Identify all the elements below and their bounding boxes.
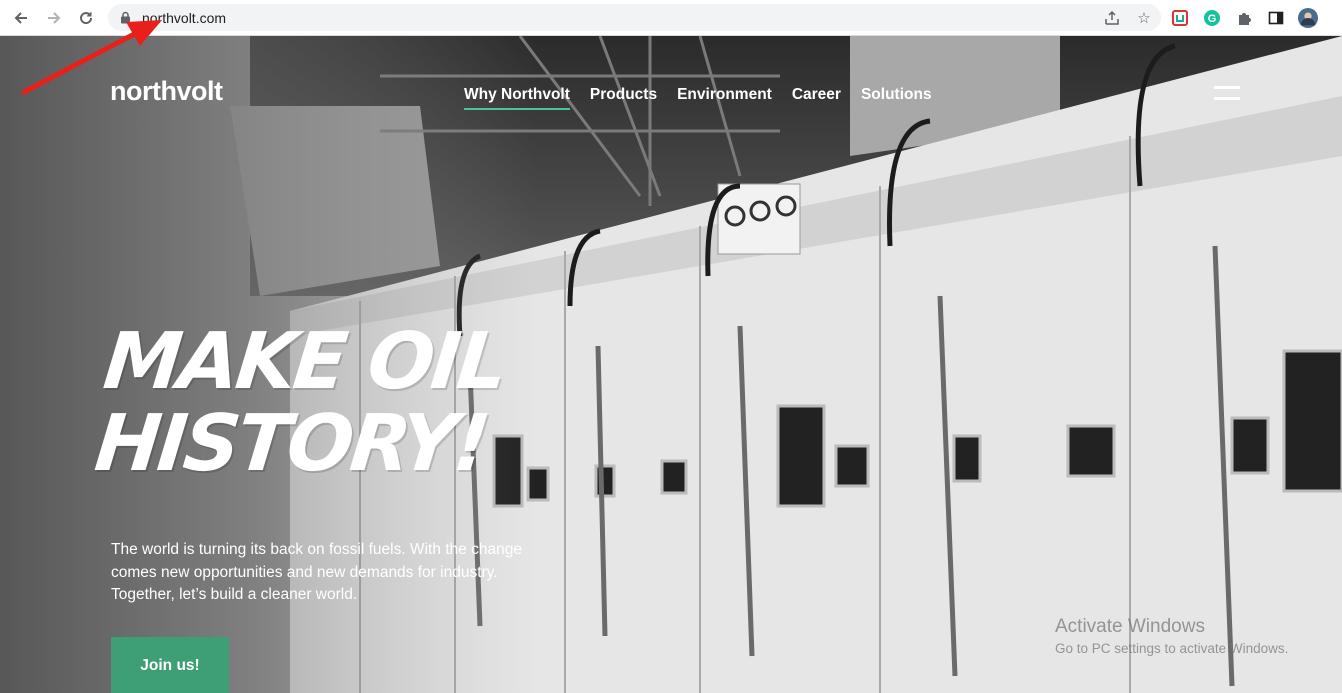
puzzle-extensions-icon[interactable] bbox=[1234, 8, 1254, 28]
red-annotation-arrow-icon bbox=[21, 20, 162, 95]
star-icon[interactable]: ☆ bbox=[1135, 9, 1153, 27]
profile-avatar[interactable] bbox=[1298, 7, 1318, 28]
headline-line-1: MAKE OIL bbox=[99, 317, 509, 407]
hero-section: northvolt Why Northvolt Products Environ… bbox=[0, 36, 1342, 693]
main-nav: Why Northvolt Products Environment Caree… bbox=[464, 86, 932, 110]
hero-headline: MAKE OIL HISTORY! bbox=[90, 317, 509, 489]
watermark-title: Activate Windows bbox=[1055, 616, 1205, 637]
address-bar[interactable]: northvolt.com ☆ bbox=[108, 4, 1161, 31]
hero-intro-text: The world is turning its back on fossil … bbox=[111, 541, 522, 603]
nav-why-northvolt[interactable]: Why Northvolt bbox=[464, 86, 570, 110]
svg-text:G: G bbox=[1208, 13, 1217, 25]
hamburger-menu-icon[interactable] bbox=[1214, 86, 1240, 102]
share-icon[interactable] bbox=[1103, 9, 1121, 27]
nav-solutions[interactable]: Solutions bbox=[861, 86, 932, 110]
join-us-button[interactable]: Join us! bbox=[111, 637, 229, 693]
watermark-subtitle: Go to PC settings to activate Windows. bbox=[1055, 641, 1289, 656]
headline-line-2: HISTORY! bbox=[90, 399, 492, 489]
grammarly-extension-icon[interactable]: G bbox=[1202, 8, 1222, 28]
nav-career[interactable]: Career bbox=[792, 86, 841, 110]
windows-activation-watermark: Activate Windows Go to PC settings to ac… bbox=[1055, 616, 1288, 656]
browser-toolbar: northvolt.com ☆ G bbox=[0, 0, 1342, 36]
nav-products[interactable]: Products bbox=[590, 86, 657, 110]
adblock-extension-icon[interactable] bbox=[1170, 8, 1190, 28]
nav-environment[interactable]: Environment bbox=[677, 86, 772, 110]
sidepanel-icon[interactable] bbox=[1266, 8, 1286, 28]
